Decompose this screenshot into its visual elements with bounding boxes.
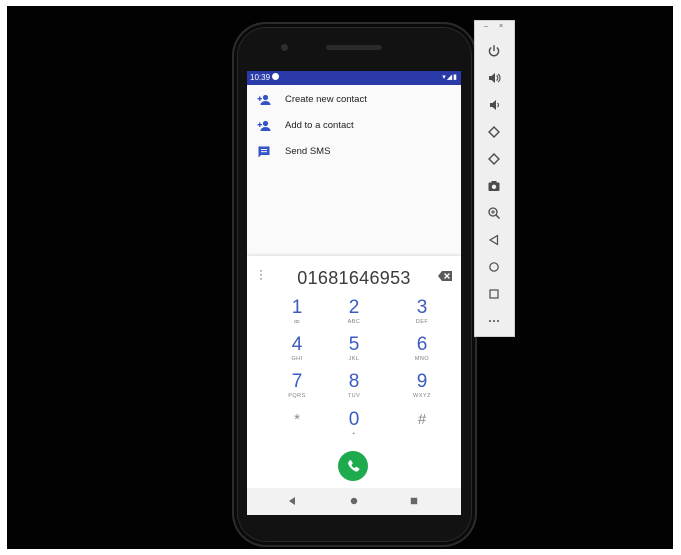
dial-key-digit: 3 bbox=[416, 297, 428, 318]
add-person-icon bbox=[257, 94, 271, 105]
dial-key-digit: # bbox=[417, 411, 427, 428]
dial-key-9[interactable]: 9 WXYZ bbox=[394, 372, 450, 408]
dialed-number[interactable]: 01681646953 bbox=[247, 268, 461, 289]
dial-key-digit: 2 bbox=[348, 297, 360, 318]
zoom-icon bbox=[488, 207, 501, 220]
dial-key-digit: 9 bbox=[416, 371, 428, 392]
power-icon bbox=[488, 45, 500, 57]
home-button[interactable] bbox=[486, 259, 502, 275]
menu-item-send-sms[interactable]: Send SMS bbox=[247, 141, 461, 167]
dial-key-letters: TUV bbox=[347, 393, 361, 399]
dial-key-letters: WXYZ bbox=[413, 393, 431, 399]
dial-key-hash[interactable]: # bbox=[394, 410, 450, 446]
dial-key-letters: DEF bbox=[415, 319, 429, 325]
dial-key-2[interactable]: 2 ABC bbox=[326, 298, 382, 334]
dial-key-digit: 4 bbox=[291, 334, 303, 355]
navigation-bar bbox=[247, 488, 461, 515]
earpiece-speaker bbox=[326, 45, 382, 50]
dial-key-digit: * bbox=[294, 411, 300, 428]
nav-back-icon[interactable] bbox=[286, 495, 298, 507]
dialpad-panel: · · · 01681646953 1 ꝏ 2 ABC 3 DEF 4 GHI … bbox=[247, 256, 461, 515]
dial-key-6[interactable]: 6 MNO bbox=[394, 335, 450, 371]
phone-screen: 10:39 ▾◢▮ Create new contact Add to a co… bbox=[247, 71, 461, 515]
dial-key-digit: 5 bbox=[348, 334, 360, 355]
dial-key-3[interactable]: 3 DEF bbox=[394, 298, 450, 334]
nav-recents-icon[interactable] bbox=[408, 495, 420, 507]
close-window-button[interactable]: × bbox=[499, 23, 503, 30]
dial-key-digit: 8 bbox=[348, 371, 360, 392]
rotate-right-button[interactable] bbox=[486, 151, 502, 167]
dial-key-digit: 6 bbox=[416, 334, 428, 355]
rotate-left-icon bbox=[488, 126, 500, 138]
dial-key-5[interactable]: 5 JKL bbox=[326, 335, 382, 371]
back-triangle-icon bbox=[488, 234, 499, 246]
menu-item-add-to-contact[interactable]: Add to a contact bbox=[247, 115, 461, 141]
backspace-icon[interactable] bbox=[438, 271, 452, 281]
emulator-toolbar: – × bbox=[474, 20, 515, 337]
call-button[interactable] bbox=[338, 451, 368, 481]
dial-key-letters: + bbox=[352, 431, 356, 437]
menu-item-label: Send SMS bbox=[285, 146, 331, 157]
dial-key-digit: 0 bbox=[348, 409, 360, 430]
volume-up-button[interactable] bbox=[486, 70, 502, 86]
front-camera bbox=[281, 44, 288, 51]
phone-icon bbox=[348, 460, 360, 472]
menu-item-create-contact[interactable]: Create new contact bbox=[247, 89, 461, 115]
screenshot-button[interactable] bbox=[486, 178, 502, 194]
overview-button[interactable] bbox=[486, 286, 502, 302]
nav-home-icon[interactable] bbox=[348, 495, 360, 507]
status-icons: ▾◢▮ bbox=[442, 74, 458, 81]
dial-key-digit: 7 bbox=[291, 371, 303, 392]
add-person-icon bbox=[257, 120, 271, 131]
menu-item-label: Add to a contact bbox=[285, 120, 354, 131]
dial-key-1[interactable]: 1 ꝏ bbox=[269, 298, 325, 334]
power-button[interactable] bbox=[486, 43, 502, 59]
menu-item-label: Create new contact bbox=[285, 94, 367, 105]
rotate-left-button[interactable] bbox=[486, 124, 502, 140]
more-button[interactable] bbox=[486, 313, 502, 329]
status-time: 10:39 bbox=[250, 73, 271, 82]
dial-key-0[interactable]: 0 + bbox=[326, 410, 382, 446]
dial-key-star[interactable]: * bbox=[269, 410, 325, 446]
dial-key-digit: 1 bbox=[291, 297, 303, 318]
volume-down-icon bbox=[490, 100, 500, 110]
camera-icon bbox=[488, 181, 500, 191]
dial-key-letters: ABC bbox=[347, 319, 361, 325]
emulator-background: 10:39 ▾◢▮ Create new contact Add to a co… bbox=[7, 6, 673, 549]
dial-key-letters: JKL bbox=[348, 356, 360, 362]
more-dots-icon bbox=[489, 320, 499, 322]
volume-down-button[interactable] bbox=[486, 97, 502, 113]
dial-key-7[interactable]: 7 PQRS bbox=[269, 372, 325, 408]
volume-up-icon bbox=[489, 73, 501, 83]
phone-frame: 10:39 ▾◢▮ Create new contact Add to a co… bbox=[232, 22, 481, 547]
minimize-window-button[interactable]: – bbox=[484, 23, 488, 30]
voicemail-icon: ꝏ bbox=[293, 319, 301, 325]
settings-notification-icon bbox=[272, 73, 279, 80]
message-icon bbox=[258, 146, 270, 158]
dial-key-letters: GHI bbox=[291, 356, 303, 362]
dial-key-4[interactable]: 4 GHI bbox=[269, 335, 325, 371]
rotate-right-icon bbox=[488, 153, 500, 165]
overview-square-icon bbox=[489, 289, 499, 299]
back-button[interactable] bbox=[486, 232, 502, 248]
dial-key-8[interactable]: 8 TUV bbox=[326, 372, 382, 408]
status-bar: 10:39 ▾◢▮ bbox=[247, 71, 461, 85]
zoom-button[interactable] bbox=[486, 205, 502, 221]
dial-key-letters: PQRS bbox=[288, 393, 306, 399]
home-circle-icon bbox=[489, 262, 499, 272]
dial-key-letters: MNO bbox=[414, 356, 430, 362]
